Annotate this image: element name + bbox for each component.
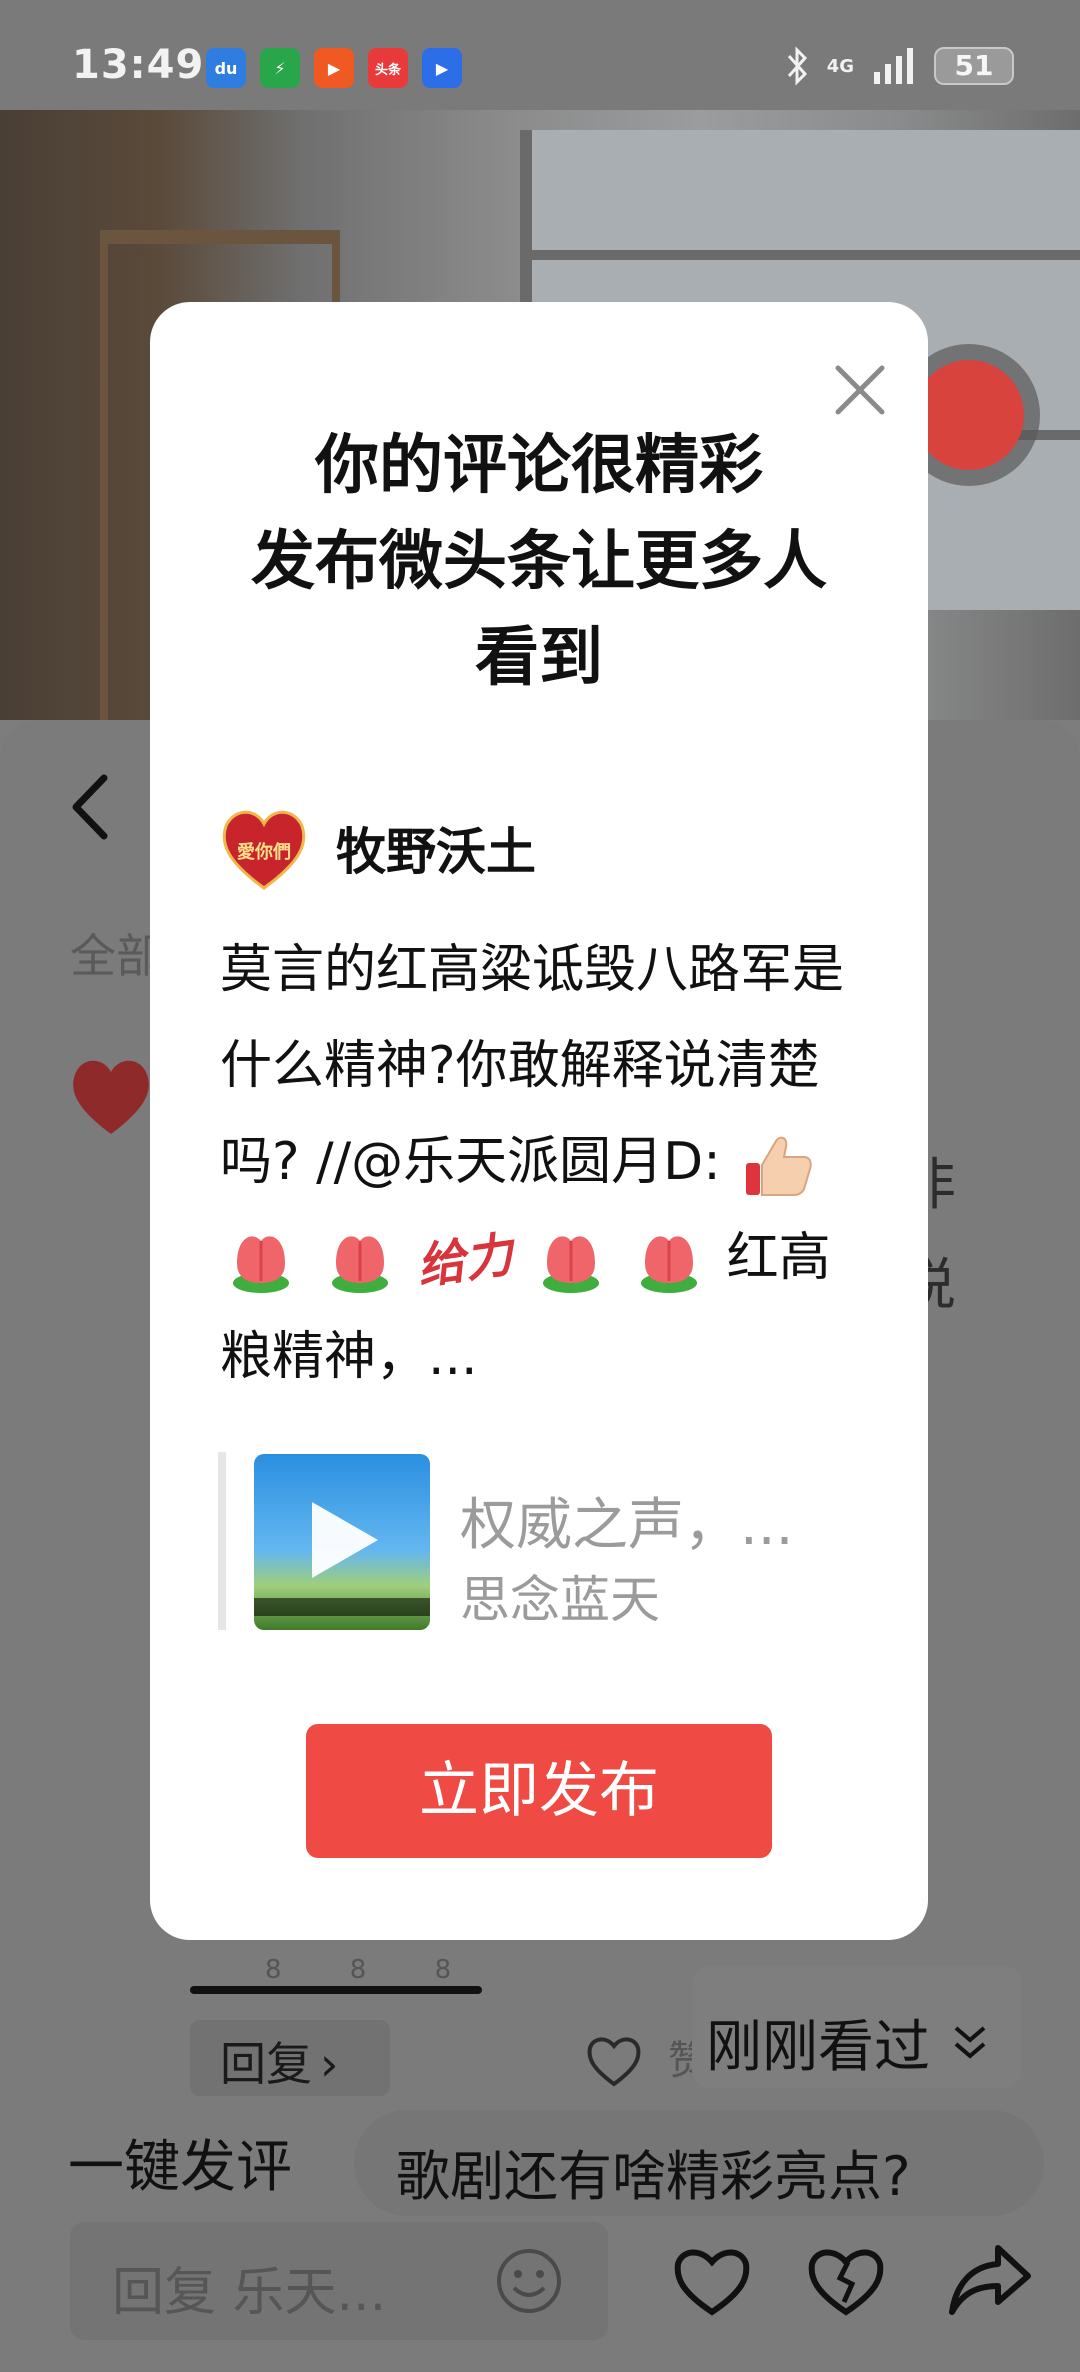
video-progress-marks: 8 8 8 bbox=[265, 1955, 482, 1985]
thumbs-up-emoji-icon bbox=[746, 1136, 813, 1196]
shield-app-icon: ⚡ bbox=[260, 48, 300, 88]
emoji-icon[interactable] bbox=[494, 2246, 564, 2316]
flower-emoji-icon bbox=[641, 1236, 698, 1293]
notification-app-icons: du ⚡ ▶ 头条 ▶ bbox=[206, 48, 462, 88]
quick-comment-label: 一键发评 bbox=[68, 2135, 292, 2200]
baidu-app-icon: du bbox=[206, 48, 246, 88]
reply-button[interactable]: 回复 › bbox=[190, 2020, 390, 2096]
author-name: 牧野沃土 bbox=[336, 823, 536, 881]
dialog-title: 你的评论很精彩 发布微头条让更多人 看到 bbox=[180, 418, 898, 706]
recently-viewed-button[interactable]: 刚刚看过 bbox=[692, 1966, 1022, 2088]
dialog-title-line-1: 你的评论很精彩 bbox=[315, 429, 763, 503]
flower-emoji-icon bbox=[331, 1236, 388, 1293]
quoted-video-author: 思念蓝天 bbox=[460, 1571, 660, 1629]
suggested-comment-chip[interactable]: 歌剧还有啥精彩亮点? bbox=[354, 2110, 1044, 2216]
signal-icon bbox=[874, 48, 913, 84]
publish-now-button[interactable]: 立即发布 bbox=[306, 1724, 772, 1858]
flower-emoji-icon bbox=[542, 1236, 599, 1293]
player-app-icon: ▶ bbox=[422, 48, 462, 88]
dialog-title-line-2: 发布微头条让更多人 bbox=[251, 525, 827, 599]
geili-sticker: 给力 bbox=[413, 1226, 517, 1296]
double-chevron-down-icon bbox=[954, 2026, 986, 2059]
system-indicators: 4G 51 bbox=[785, 46, 1014, 86]
quoted-video-title: 权威之声，... bbox=[460, 1493, 794, 1558]
play-icon bbox=[312, 1502, 378, 1578]
close-icon[interactable] bbox=[832, 362, 888, 418]
comment-text-part-2: 红高粮精神，... bbox=[220, 1228, 831, 1387]
reply-input[interactable]: 回复 乐天... bbox=[70, 2222, 608, 2340]
dislike-broken-heart-icon[interactable] bbox=[804, 2240, 888, 2320]
like-heart-icon[interactable] bbox=[584, 2030, 644, 2090]
chevron-right-icon: › bbox=[320, 2037, 339, 2091]
floating-record-button[interactable] bbox=[914, 360, 1024, 470]
like-icon[interactable] bbox=[670, 2240, 754, 2320]
comment-preview: 莫言的红高粱诋毁八路军是什么精神?你敢解释说清楚吗? //@乐天派圆月D: 给力… bbox=[220, 922, 860, 1405]
avatar-text: 愛你們 bbox=[237, 841, 291, 863]
reply-input-placeholder: 回复 乐天... bbox=[112, 2263, 387, 2323]
quote-divider bbox=[218, 1452, 226, 1630]
video-progress-bar[interactable] bbox=[190, 1986, 482, 1994]
back-arrow-icon[interactable] bbox=[62, 772, 122, 842]
status-time: 13:49 bbox=[72, 42, 205, 88]
share-icon[interactable] bbox=[948, 2240, 1032, 2320]
bluetooth-icon bbox=[787, 46, 807, 86]
publish-dialog: 你的评论很精彩 发布微头条让更多人 看到 愛你們 牧野沃土 莫言的红高粱诋毁八路… bbox=[150, 302, 928, 1940]
network-type: 4G bbox=[826, 55, 854, 77]
dialog-title-line-3: 看到 bbox=[475, 621, 603, 695]
toutiao-app-icon: 头条 bbox=[368, 48, 408, 88]
recently-viewed-label: 刚刚看过 bbox=[706, 2014, 930, 2080]
video-app-icon: ▶ bbox=[314, 48, 354, 88]
reply-label: 回复 bbox=[220, 2037, 312, 2091]
battery-indicator: 51 bbox=[934, 47, 1014, 85]
tab-all-comments[interactable]: 全部 bbox=[70, 920, 162, 986]
commenter-avatar[interactable] bbox=[66, 1050, 156, 1140]
quoted-video-thumbnail[interactable] bbox=[254, 1454, 430, 1630]
status-bar: 13:49 du ⚡ ▶ 头条 ▶ 4G 51 bbox=[0, 0, 1080, 110]
author-avatar: 愛你們 bbox=[222, 810, 306, 890]
flower-emoji-icon bbox=[233, 1236, 289, 1293]
